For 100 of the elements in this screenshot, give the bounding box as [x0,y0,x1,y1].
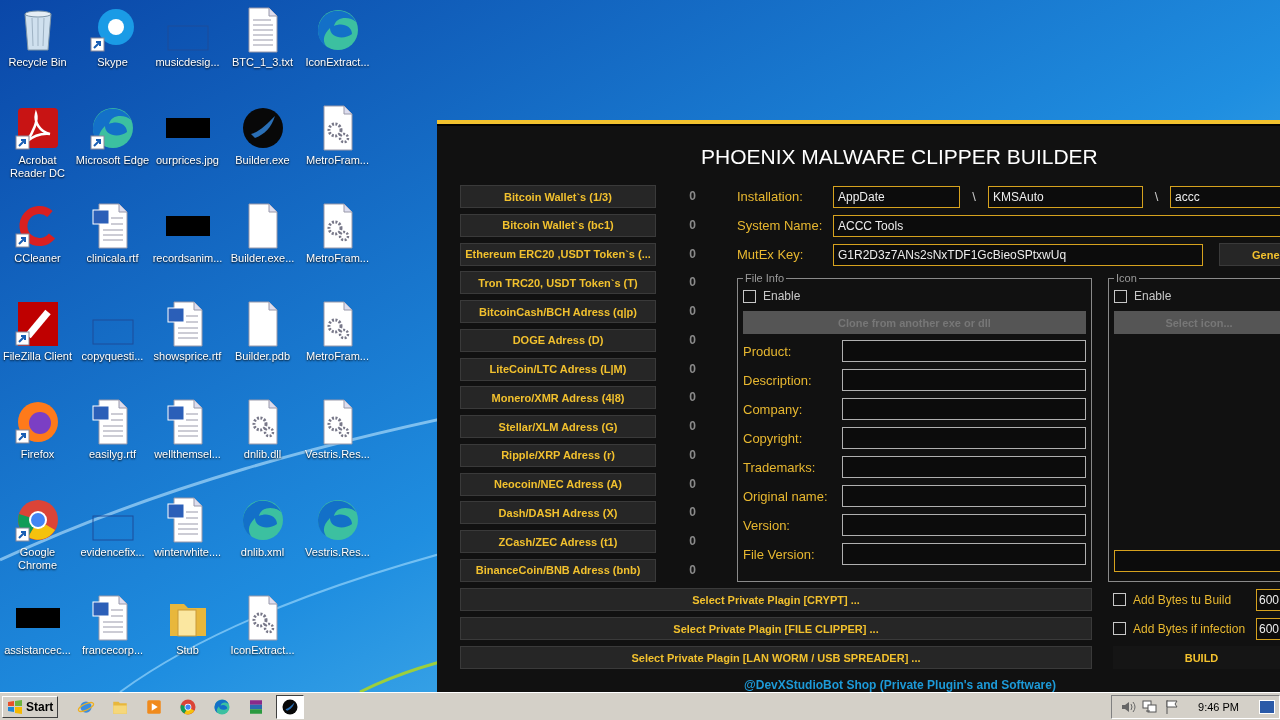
browser-icon [179,697,198,716]
field-label: Installation: [737,189,804,204]
text-field[interactable] [1114,550,1280,572]
icon-label[interactable]: IconExtract... [230,644,295,657]
icon-label[interactable]: Recycle Bin [8,56,67,69]
address-count: 0 [689,389,696,407]
icon-label[interactable]: IconExtract... [305,56,370,69]
text-field[interactable]: ACCC Tools [833,214,1280,237]
field-label: Description: [743,372,813,388]
build-button[interactable]: BUILD [1113,646,1280,669]
icon-label[interactable]: showsprice.rtf [153,350,222,363]
icon-label[interactable]: Builder.pdb [234,350,290,363]
icon-label[interactable]: evidencefix... [80,546,145,559]
icon-label[interactable]: Vestris.Res... [305,448,370,461]
number-field[interactable]: 600 [1256,588,1280,611]
icon-label[interactable]: assistancec... [4,644,71,657]
icon-label[interactable]: ourprices.jpg [156,154,219,167]
address-count: 0 [689,533,696,551]
field-label: Copyright: [743,430,804,446]
plugin-button[interactable]: Select Private Plagin [FILE CLIPPER] ... [460,617,1092,640]
path-separator: \ [1153,189,1160,204]
icon-label[interactable]: francecorp... [81,644,144,657]
wallet-button[interactable]: ZCash/ZEC Adress (t1) [460,530,656,554]
window-title: PHOENIX MALWARE CLIPPER BUILDER [701,144,1098,170]
icon-label[interactable]: wellthemsel... [154,448,221,461]
address-count: 0 [689,360,696,378]
field-label: MutEx Key: [737,247,805,262]
icon-label[interactable]: Vestris.Res... [305,546,370,559]
icon-label[interactable]: musicdesig... [155,56,220,69]
generate-button[interactable]: Gene [1219,243,1280,266]
checkbox[interactable] [743,289,756,303]
text-field[interactable] [842,427,1086,449]
wallet-button[interactable]: Neocoin/NEC Adress (A) [460,472,656,496]
text-field[interactable] [842,485,1086,507]
icon-label[interactable]: dnlib.xml [240,546,285,559]
checkbox[interactable] [1113,593,1126,606]
checkbox[interactable] [1113,622,1126,635]
field-label: Version: [743,517,791,533]
shop-link[interactable]: @DevXStudioBot Shop (Private Plugin's and Software) [744,678,1056,692]
text-field[interactable]: accc [1170,185,1280,208]
text-field[interactable]: AppDate [833,185,960,208]
icon-label[interactable]: easilyg.rtf [88,448,137,461]
text-field[interactable] [842,398,1086,420]
wallet-button[interactable]: BinanceCoin/BNB Adress (bnb) [460,558,656,582]
icon-label[interactable]: Acrobat Reader DC [0,154,75,180]
wallet-button[interactable]: Dash/DASH Adress (X) [460,501,656,525]
number-field[interactable]: 600 [1256,617,1280,640]
taskbar-button[interactable] [276,694,305,719]
icon-label[interactable]: copyquesti... [81,350,144,363]
network-icon[interactable] [1142,698,1159,715]
plugin-button[interactable]: Select Private Plagin [CRYPT] ... [460,588,1092,611]
show-desktop-button[interactable] [1259,699,1275,714]
field-label: Product: [743,343,793,359]
icon-label[interactable]: Skype [97,56,128,69]
wallet-button[interactable]: DOGE Adress (D) [460,328,656,352]
wallet-button[interactable]: BitcoinCash/BCH Adress (q|p) [460,300,656,324]
wallet-button[interactable]: Ethereum ERC20 ,USDT Token`s (... [460,242,656,266]
address-count: 0 [689,245,696,263]
text-field[interactable]: G1R2D3z7ANs2sNxTDF1GcBieoSPtxwUq [833,243,1203,266]
checkbox[interactable] [1114,289,1127,303]
text-field[interactable] [842,543,1086,565]
address-count: 0 [689,446,696,464]
icon-label[interactable]: Google Chrome [0,546,75,572]
text-field[interactable] [842,514,1086,536]
icon-label[interactable]: Microsoft Edge [75,154,150,167]
icon-label[interactable]: FileZilla Client [2,350,73,363]
icon-label[interactable]: Firefox [20,448,55,461]
checkbox-label: Enable [763,289,801,303]
clock[interactable]: 9:46 PM [1198,700,1239,713]
address-count: 0 [689,561,696,579]
wallet-button[interactable]: Monero/XMR Adress (4|8) [460,386,656,410]
wallet-button[interactable]: LiteCoin/LTC Adress (L|M) [460,357,656,381]
icon-label[interactable]: Builder.exe [235,154,290,167]
icon-label[interactable]: CCleaner [14,252,61,265]
wallet-button[interactable]: Stellar/XLM Adress (G) [460,415,656,439]
flag-icon[interactable] [1164,698,1181,715]
field-label: System Name: [737,218,824,233]
text-field[interactable]: KMSAuto [988,185,1143,208]
icon-label[interactable]: MetroFram... [306,350,369,363]
icon-label[interactable]: BTC_1_3.txt [231,56,294,69]
plugin-button[interactable]: Select Private Plagin [LAN WORM / USB SPREADER] ... [460,646,1092,669]
wallet-button[interactable]: Bitcoin Wallet`s (bc1) [460,213,656,237]
icon-label[interactable]: clinicala.rtf [86,252,139,265]
text-field[interactable] [842,369,1086,391]
icon-label[interactable]: MetroFram... [306,154,369,167]
wallet-button[interactable]: Bitcoin Wallet`s (1/3) [460,185,656,208]
browser-icon [213,697,232,716]
wallet-button[interactable]: Tron TRC20, USDT Token`s (T) [460,271,656,295]
icon-label[interactable]: dnlib.dll [243,448,282,461]
checkbox-label: Add Bytes tu Build [1133,592,1233,607]
text-field[interactable] [842,340,1086,362]
start-button[interactable]: Start [2,695,59,718]
chat-app-icon[interactable] [88,6,137,54]
icon-label[interactable]: MetroFram... [306,252,369,265]
icon-label[interactable]: winterwhite.... [153,546,222,559]
text-field[interactable] [842,456,1086,478]
wallet-button[interactable]: Ripple/XRP Adress (r) [460,443,656,467]
icon-label[interactable]: recordsanim... [152,252,223,265]
icon-label[interactable]: Builder.exe... [230,252,295,265]
icon-label[interactable]: Stub [176,644,199,657]
